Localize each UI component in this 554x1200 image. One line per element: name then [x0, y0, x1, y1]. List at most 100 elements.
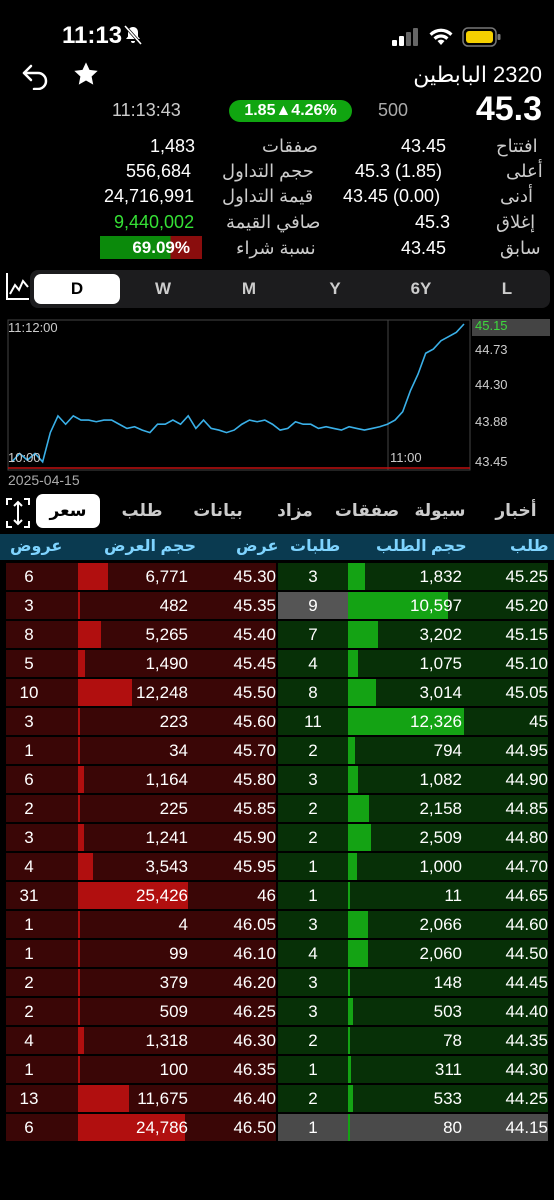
intraday-chart[interactable]: 45.15 44.73 44.30 43.88 43.45 11:12:00 10:00 11… — [6, 318, 550, 476]
bid-price: 44.70 — [505, 857, 548, 876]
volume-value: 556,684 — [126, 161, 192, 181]
ask-size: 223 — [159, 712, 188, 731]
bid-orders: 3 — [308, 1002, 318, 1021]
ask-size: 5,265 — [145, 625, 188, 644]
table-row[interactable]: 8 5,265 45.40 7 3,202 45.15 — [0, 621, 554, 648]
table-row[interactable]: 6 24,786 46.50 1 80 44.15 — [0, 1114, 554, 1141]
ask-orders-header: عروض — [10, 538, 63, 555]
period-tab-y[interactable]: Y — [292, 274, 378, 304]
ask-orders: 3 — [24, 712, 34, 731]
high-label: أعلى — [506, 161, 543, 181]
ask-orders: 13 — [19, 1089, 39, 1108]
table-row[interactable]: 4 3,543 45.95 1 1,000 44.70 — [0, 853, 554, 880]
bid-price: 45 — [529, 712, 548, 731]
table-row[interactable]: 3 482 45.35 9 10,597 45.20 — [0, 592, 554, 619]
bid-size: 311 — [434, 1060, 462, 1079]
table-row[interactable]: 13 11,675 46.40 2 533 44.25 — [0, 1085, 554, 1112]
ask-orders: 4 — [24, 1031, 34, 1050]
table-row[interactable]: 10 12,248 45.50 8 3,014 45.05 — [0, 679, 554, 706]
back-icon[interactable] — [20, 62, 50, 90]
expand-icon[interactable] — [4, 496, 32, 530]
x-tick-label: 10:00 — [8, 450, 41, 465]
ask-size: 99 — [169, 944, 188, 963]
bid-orders: 3 — [308, 973, 318, 992]
table-row[interactable]: 1 34 45.70 2 794 44.95 — [0, 737, 554, 764]
ask-orders: 2 — [24, 973, 34, 992]
table-row[interactable]: 6 6,771 45.30 3 1,832 45.25 — [0, 563, 554, 590]
table-row[interactable]: 3 1,241 45.90 2 2,509 44.80 — [0, 824, 554, 851]
ask-price: 46.05 — [233, 915, 276, 934]
ask-price: 45.50 — [233, 683, 276, 702]
bid-orders: 7 — [308, 625, 318, 644]
ask-orders: 1 — [24, 741, 34, 760]
table-row[interactable]: 31 25,426 46 1 11 44.65 — [0, 882, 554, 909]
star-icon[interactable] — [72, 60, 100, 88]
trades-label: صفقات — [262, 136, 318, 156]
table-row[interactable]: 5 1,490 45.45 4 1,075 45.10 — [0, 650, 554, 677]
bid-price: 45.10 — [505, 654, 548, 673]
cellular-signal-icon — [392, 28, 418, 46]
ask-orders: 1 — [24, 1060, 34, 1079]
low-value: 43.45 (0.00) — [343, 186, 441, 206]
bid-size: 12,326 — [410, 712, 462, 731]
table-row[interactable]: 2 509 46.25 3 503 44.40 — [0, 998, 554, 1025]
open-label: افتتاح — [496, 136, 538, 156]
bid-size: 11 — [444, 886, 462, 905]
prev-label: سابق — [500, 238, 541, 258]
last-price: 45.3 — [475, 90, 542, 128]
chart-type-icon[interactable] — [4, 270, 32, 304]
table-row[interactable]: 3 223 45.60 11 12,326 45 — [0, 708, 554, 735]
bid-orders: 3 — [308, 770, 318, 789]
table-row[interactable]: 1 99 46.10 4 2,060 44.50 — [0, 940, 554, 967]
table-row[interactable]: 2 225 45.85 2 2,158 44.85 — [0, 795, 554, 822]
tab-auction[interactable]: مزاد — [260, 494, 330, 528]
bid-size: 1,000 — [419, 857, 462, 876]
tab-trades[interactable]: صفقات — [332, 494, 402, 528]
prev-value: 43.45 — [401, 238, 447, 258]
bid-orders: 2 — [308, 1089, 318, 1108]
ask-orders: 3 — [24, 596, 34, 615]
bid-price: 44.80 — [505, 828, 548, 847]
table-row[interactable]: 1 4 46.05 3 2,066 44.60 — [0, 911, 554, 938]
bid-price: 44.65 — [505, 886, 548, 905]
period-tab-w[interactable]: W — [120, 274, 206, 304]
table-row[interactable]: 6 1,164 45.80 3 1,082 44.90 — [0, 766, 554, 793]
tab-bid[interactable]: طلب — [110, 494, 174, 528]
net-value-label: صافي القيمة — [226, 212, 321, 232]
low-label: أدنى — [500, 186, 534, 206]
wifi-icon — [429, 28, 453, 45]
bid-orders: 4 — [308, 944, 318, 963]
ask-orders: 8 — [24, 625, 34, 644]
tab-news[interactable]: أخبار — [484, 494, 548, 528]
bid-size: 2,509 — [419, 828, 462, 847]
x-tick-label: 11:00 — [390, 450, 422, 465]
period-tab-6y[interactable]: 6Y — [378, 274, 464, 304]
period-tab-d[interactable]: D — [34, 274, 120, 304]
bid-size-header: حجم الطلب — [376, 538, 467, 555]
table-row[interactable]: 1 100 46.35 1 311 44.30 — [0, 1056, 554, 1083]
ask-orders: 6 — [24, 1118, 34, 1137]
turnover-label: قيمة التداول — [222, 186, 314, 206]
bid-size: 503 — [433, 1002, 462, 1021]
ask-size: 1,164 — [145, 770, 188, 789]
ask-orders: 6 — [24, 567, 34, 586]
period-tab-l[interactable]: L — [464, 274, 550, 304]
ask-price: 46.50 — [233, 1118, 276, 1137]
table-row[interactable]: 2 379 46.20 3 148 44.45 — [0, 969, 554, 996]
trades-value: 1,483 — [150, 136, 196, 156]
price-line — [11, 323, 465, 464]
ask-orders: 2 — [24, 1002, 34, 1021]
bid-size: 533 — [433, 1089, 462, 1108]
period-tab-m[interactable]: M — [206, 274, 292, 304]
bid-size: 794 — [433, 741, 462, 760]
ask-price: 45.70 — [233, 741, 276, 760]
tab-data[interactable]: بيانات — [182, 494, 254, 528]
tab-liquidity[interactable]: سيولة — [408, 494, 472, 528]
bid-orders: 3 — [308, 915, 318, 934]
tab-price[interactable]: سعر — [36, 494, 100, 528]
ask-size: 225 — [159, 799, 188, 818]
bid-price: 44.45 — [505, 973, 548, 992]
section-tabs: سعر طلب بيانات مزاد صفقات سيولة أخبار — [30, 494, 550, 530]
ask-size: 1,241 — [145, 828, 188, 847]
table-row[interactable]: 4 1,318 46.30 2 78 44.35 — [0, 1027, 554, 1054]
